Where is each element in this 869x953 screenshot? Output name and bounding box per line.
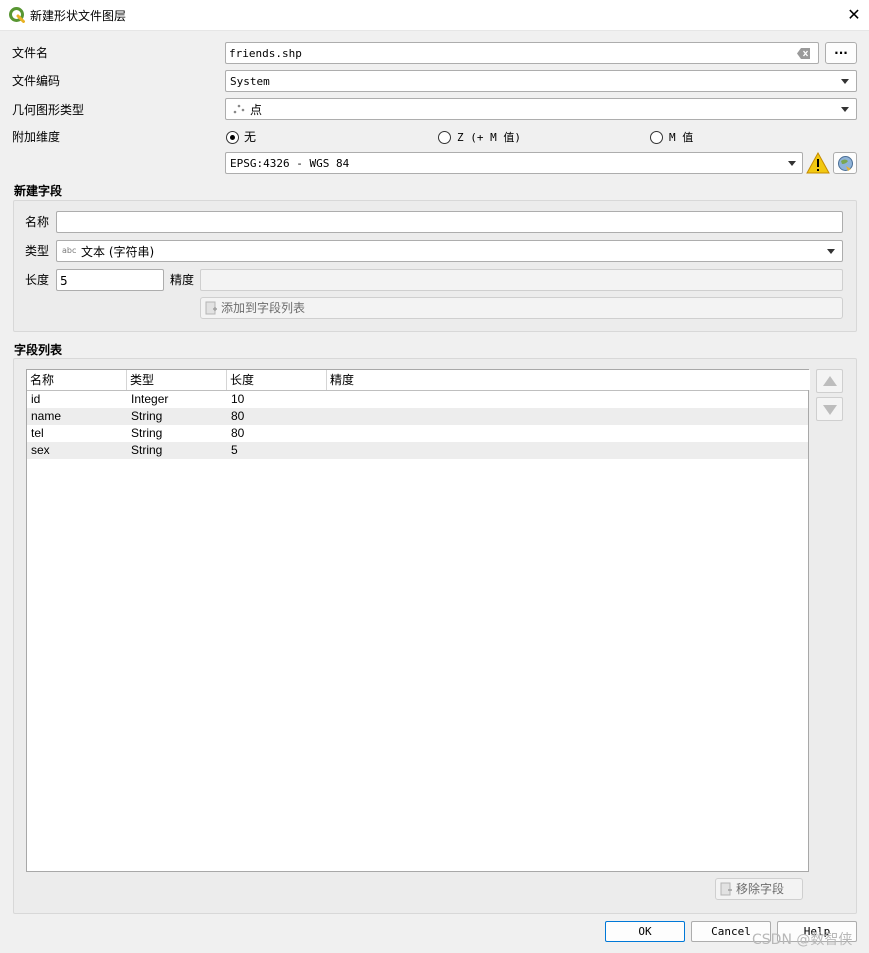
field-list-group-title: 字段列表 <box>14 343 63 357</box>
ok-button[interactable]: OK <box>605 921 685 942</box>
move-down-button[interactable] <box>816 397 843 421</box>
encoding-select[interactable]: System <box>225 70 857 92</box>
field-length-input[interactable]: 5 <box>56 269 164 291</box>
crs-select[interactable]: EPSG:4326 - WGS 84 <box>225 152 803 174</box>
radio-selected-dot <box>230 135 235 140</box>
text-type-icon: abc <box>62 246 77 255</box>
cell-type: String <box>131 443 163 457</box>
field-name-label: 名称 <box>25 215 50 229</box>
radio-m-label: M 值 <box>669 131 694 144</box>
cell-precision <box>327 391 331 408</box>
cell-name: name <box>31 409 62 423</box>
dimension-label: 附加维度 <box>12 130 61 144</box>
filename-input[interactable]: friends.shp <box>225 42 819 64</box>
filename-value: friends.shp <box>229 47 302 60</box>
arrow-up-icon <box>823 376 837 386</box>
add-field-icon <box>205 301 217 315</box>
globe-icon <box>838 156 853 171</box>
cell-type: String <box>131 426 163 440</box>
cell-name: tel <box>31 426 44 440</box>
geometry-label: 几何图形类型 <box>12 103 85 117</box>
warning-icon <box>806 152 830 174</box>
field-length-label: 长度 <box>25 273 50 287</box>
column-header-name[interactable]: 名称 <box>27 370 127 390</box>
window-title: 新建形状文件图层 <box>30 9 127 23</box>
cell-precision <box>327 442 331 459</box>
table-header: 名称 类型 长度 精度 <box>27 370 810 391</box>
table-row[interactable]: sex String 5 <box>27 442 808 459</box>
cell-length: 80 <box>231 409 245 423</box>
add-to-field-list-button[interactable]: 添加到字段列表 <box>200 297 843 319</box>
field-type-label: 类型 <box>25 244 50 258</box>
cell-name: id <box>31 392 41 406</box>
select-crs-button[interactable] <box>833 152 857 174</box>
browse-button[interactable]: ··· <box>825 42 857 64</box>
field-precision-input[interactable] <box>200 269 843 291</box>
cell-precision <box>327 408 331 425</box>
cell-length: 5 <box>231 443 238 457</box>
qgis-logo-icon <box>9 7 25 23</box>
geometry-value: 点 <box>250 103 263 117</box>
column-header-length[interactable]: 长度 <box>227 370 327 390</box>
field-table[interactable]: 名称 类型 长度 精度 id Integer 10 name String 80… <box>26 369 810 872</box>
encoding-value: System <box>230 75 270 88</box>
table-row[interactable]: id Integer 10 <box>27 391 808 408</box>
column-header-type[interactable]: 类型 <box>127 370 227 390</box>
add-to-field-list-label: 添加到字段列表 <box>221 301 306 315</box>
cell-type: Integer <box>131 392 169 406</box>
new-field-group-title: 新建字段 <box>14 184 63 198</box>
field-type-select[interactable]: abc 文本 (字符串) <box>56 240 843 262</box>
remove-field-button[interactable]: 移除字段 <box>715 878 803 900</box>
table-row[interactable]: name String 80 <box>27 408 808 425</box>
field-length-value: 5 <box>60 274 68 288</box>
cell-type: String <box>131 409 163 423</box>
cell-length: 80 <box>231 426 245 440</box>
field-precision-label: 精度 <box>170 273 195 287</box>
column-header-precision[interactable]: 精度 <box>327 370 810 390</box>
chevron-down-icon <box>841 79 849 84</box>
watermark: CSDN @数智侠 <box>752 932 853 948</box>
remove-field-label: 移除字段 <box>736 882 785 896</box>
title-bar <box>0 0 869 31</box>
encoding-label: 文件编码 <box>12 74 61 88</box>
arrow-down-icon <box>823 405 837 415</box>
close-icon[interactable]: ✕ <box>843 4 865 26</box>
chevron-down-icon <box>841 107 849 112</box>
radio-m[interactable] <box>650 131 663 144</box>
chevron-down-icon <box>827 249 835 254</box>
clear-icon[interactable] <box>797 48 811 59</box>
cell-precision <box>327 425 331 442</box>
radio-none-label: 无 <box>244 130 257 144</box>
radio-z-label: Z (+ M 值) <box>457 131 521 144</box>
remove-field-icon <box>720 882 732 896</box>
move-up-button[interactable] <box>816 369 843 393</box>
point-geometry-icon <box>233 104 245 114</box>
cell-length: 10 <box>231 392 245 406</box>
crs-value: EPSG:4326 - WGS 84 <box>230 157 350 170</box>
radio-z[interactable] <box>438 131 451 144</box>
field-name-input[interactable] <box>56 211 843 233</box>
cell-name: sex <box>31 443 50 457</box>
chevron-down-icon <box>788 161 796 166</box>
field-type-value: 文本 (字符串) <box>81 245 155 259</box>
table-row[interactable]: tel String 80 <box>27 425 808 442</box>
filename-label: 文件名 <box>12 46 49 60</box>
radio-none[interactable] <box>226 131 239 144</box>
geometry-select[interactable]: 点 <box>225 98 857 120</box>
